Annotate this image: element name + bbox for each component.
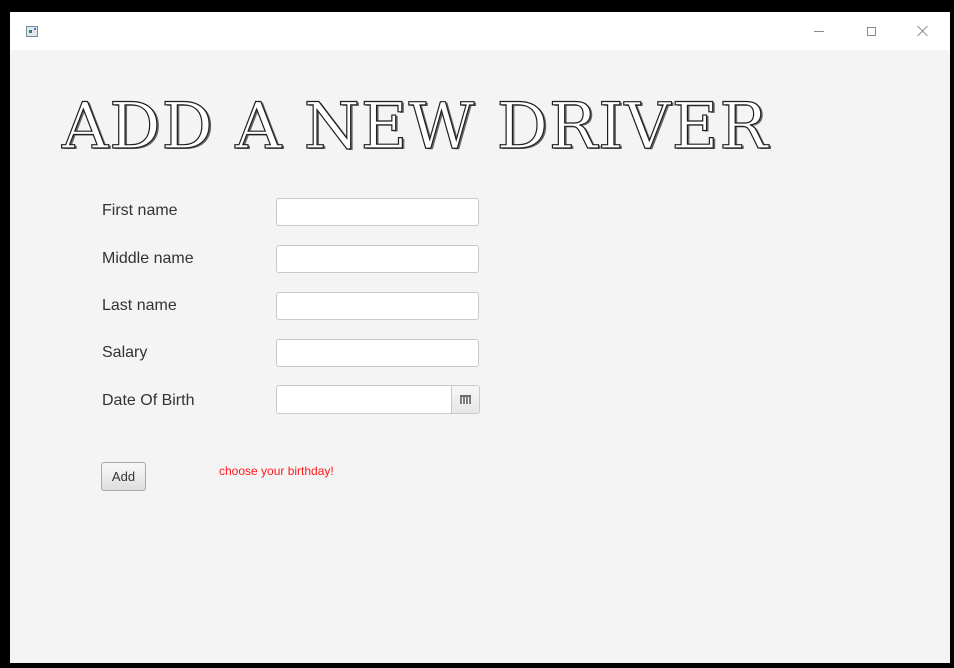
add-button[interactable]: Add	[101, 462, 146, 491]
first-name-field[interactable]	[276, 198, 479, 226]
close-icon	[917, 25, 929, 37]
minimize-icon	[814, 30, 824, 32]
maximize-button[interactable]	[848, 12, 894, 50]
calendar-icon	[460, 395, 471, 404]
maximize-icon	[866, 26, 876, 36]
date-of-birth-field[interactable]	[277, 386, 451, 413]
last-name-label: Last name	[102, 297, 177, 314]
error-message: choose your birthday!	[219, 464, 334, 478]
salary-field[interactable]	[276, 339, 479, 367]
first-name-label: First name	[102, 202, 178, 219]
minimize-button[interactable]	[796, 12, 842, 50]
title-bar[interactable]	[10, 12, 950, 50]
date-of-birth-label: Date Of Birth	[102, 392, 195, 409]
salary-label: Salary	[102, 344, 148, 361]
middle-name-label: Middle name	[102, 250, 194, 267]
last-name-field[interactable]	[276, 292, 479, 320]
app-icon	[26, 26, 38, 37]
date-of-birth-picker	[276, 385, 480, 414]
middle-name-field[interactable]	[276, 245, 479, 273]
page-title: ADD A NEW DRIVER	[61, 89, 769, 164]
app-window: ADD A NEW DRIVER First name Middle name …	[10, 12, 950, 663]
calendar-button[interactable]	[451, 386, 479, 413]
close-button[interactable]	[900, 12, 946, 50]
